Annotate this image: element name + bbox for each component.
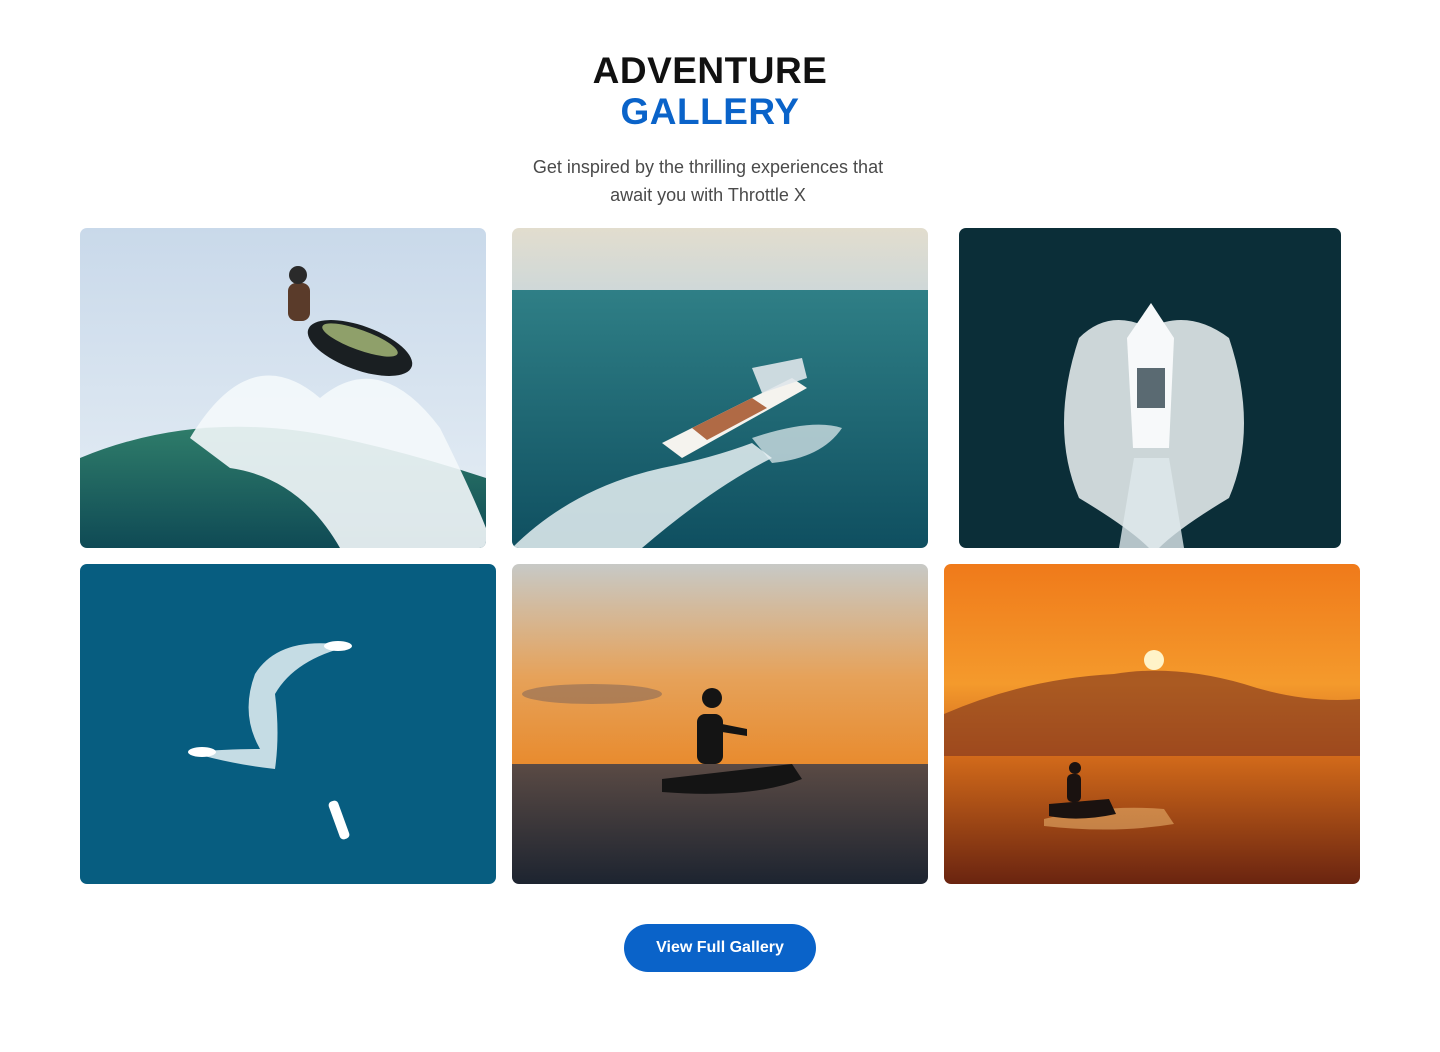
subtitle: Get inspired by the thrilling experience…	[0, 153, 1428, 209]
orange-sunset-photo	[944, 564, 1360, 884]
gallery-image-aerial-boats[interactable]	[80, 564, 496, 884]
aerial-boats-photo	[80, 564, 496, 884]
subtitle-line-1: Get inspired by the thrilling experience…	[532, 157, 884, 177]
aerial-boat-photo	[959, 228, 1341, 548]
gallery-image-speedboat[interactable]	[512, 228, 928, 548]
speedboat-photo	[512, 228, 928, 548]
gallery-image-aerial-boat[interactable]	[959, 228, 1341, 548]
jetski-jump-photo	[80, 228, 486, 548]
gallery-image-orange-sunset[interactable]	[944, 564, 1360, 884]
gallery-image-jetski-jump[interactable]	[80, 228, 486, 548]
subtitle-line-2: await you with Throttle X	[610, 185, 806, 205]
title-gallery: GALLERY	[620, 91, 800, 132]
title-adventure: ADVENTURE	[592, 50, 828, 91]
view-full-gallery-button[interactable]: View Full Gallery	[624, 924, 816, 972]
sunset-rider-photo	[512, 564, 928, 884]
gallery-image-sunset-rider[interactable]	[512, 564, 928, 884]
